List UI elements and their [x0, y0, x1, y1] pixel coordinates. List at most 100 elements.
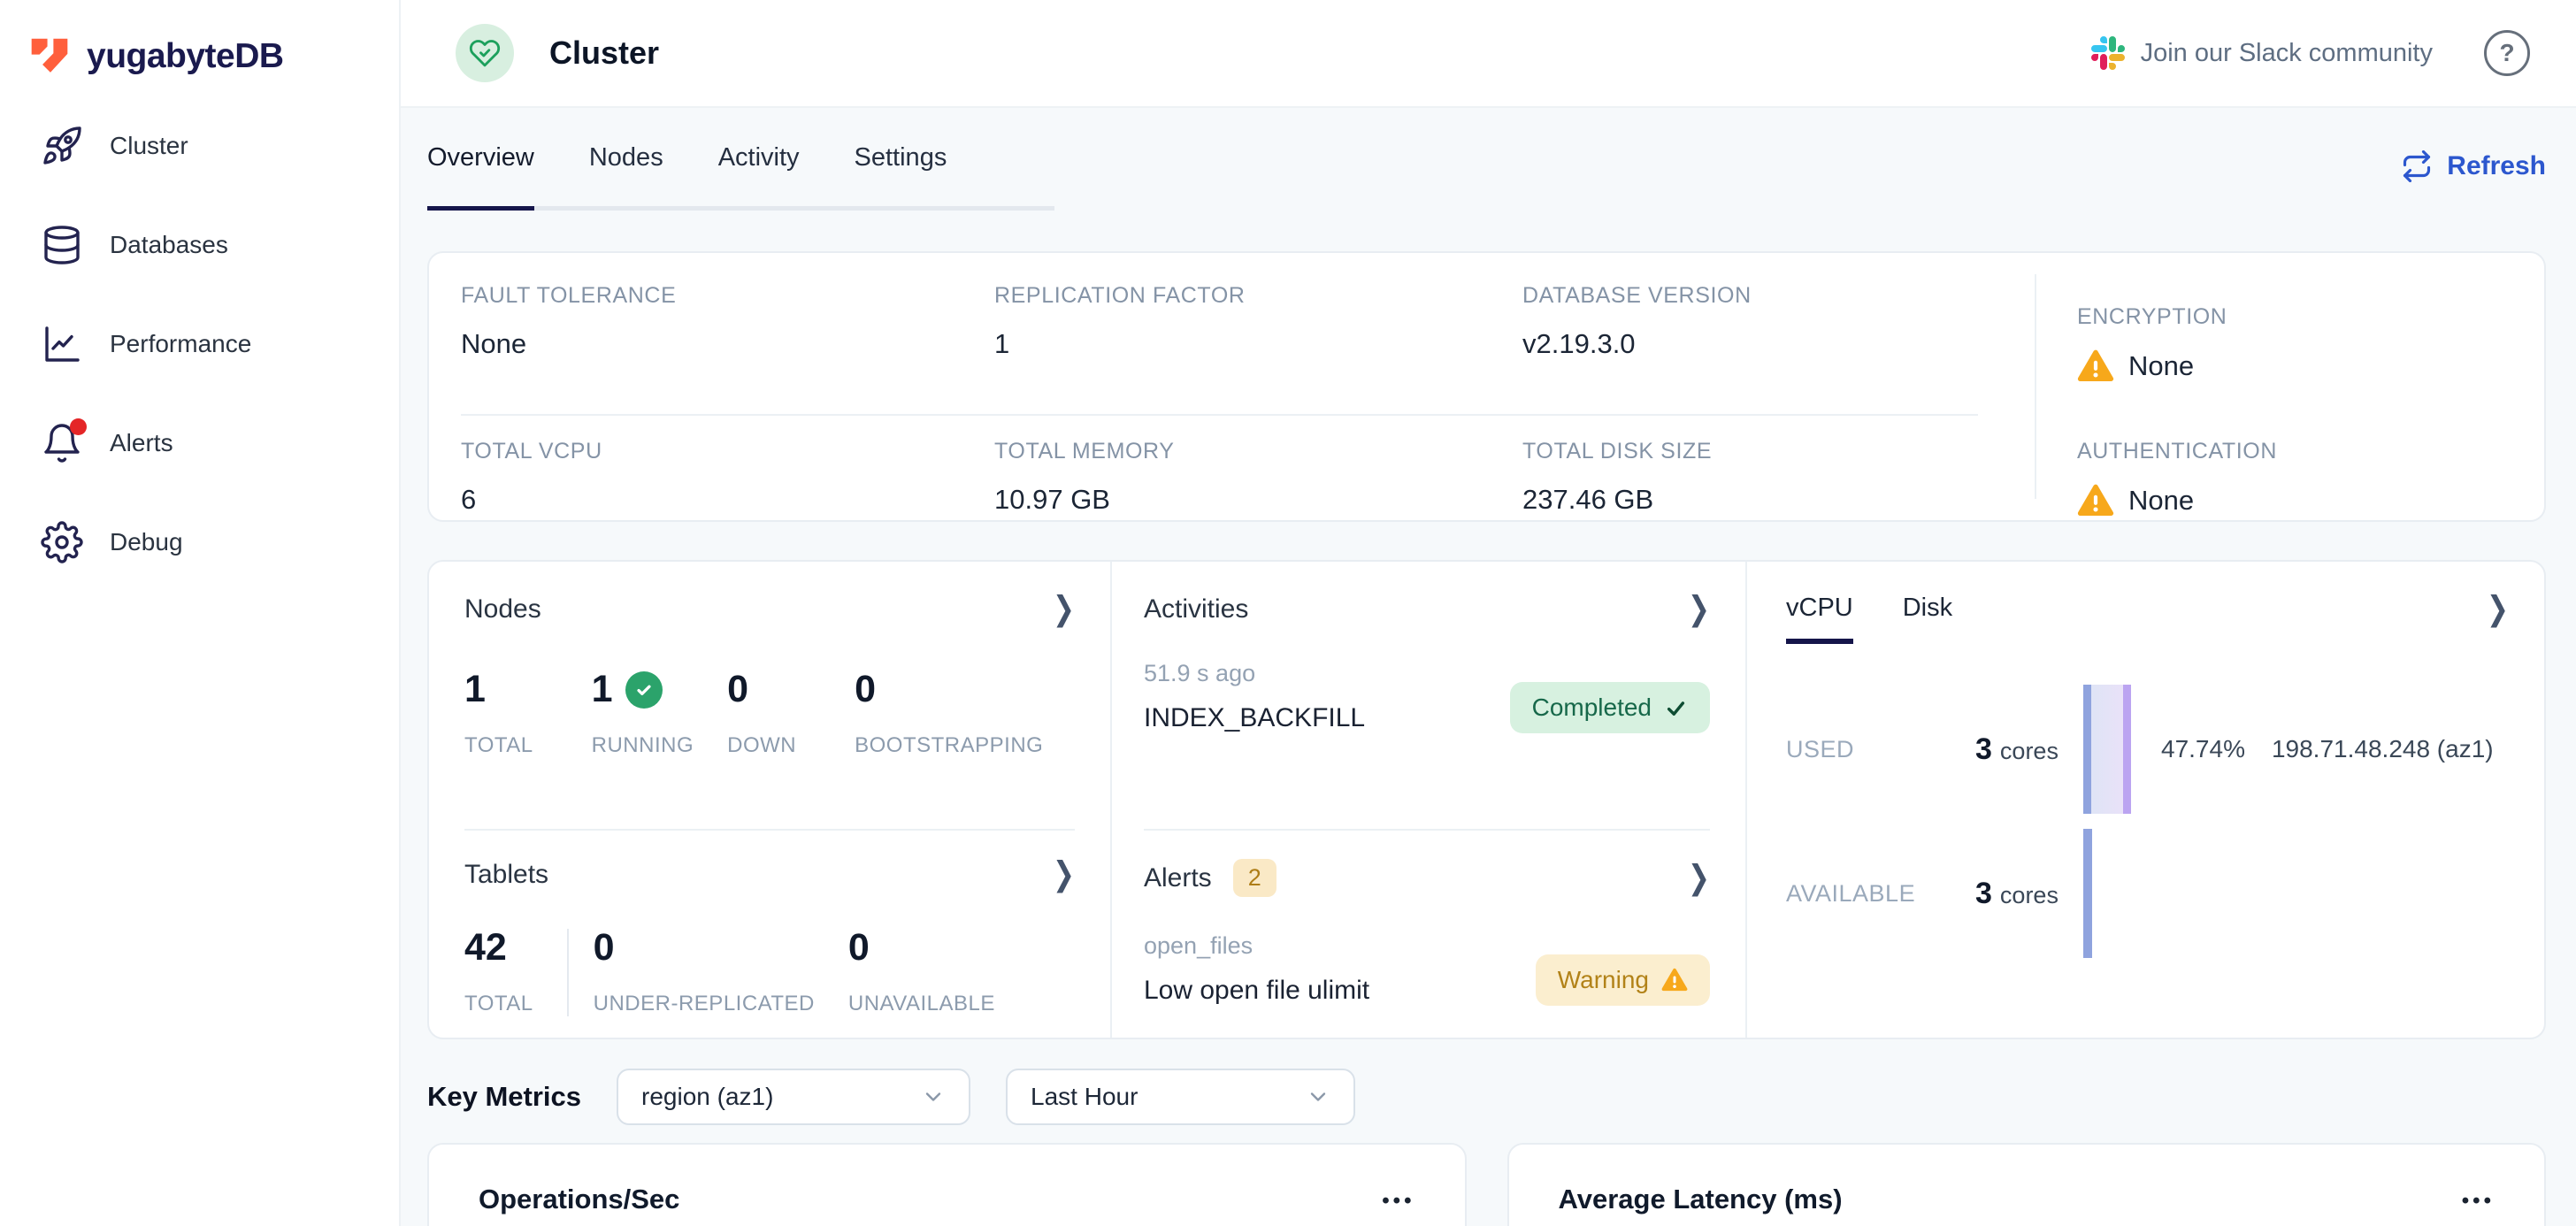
total-vcpu-cell: TOTAL VCPU 6: [461, 439, 994, 516]
nodes-stats: 1 TOTAL 1 RUNNING 0 DOWN: [464, 670, 1075, 758]
available-cores-value: 3: [1975, 877, 1992, 911]
sidebar-item-performance[interactable]: Performance: [0, 295, 399, 394]
usage-chevron-right-icon[interactable]: ❯: [2487, 590, 2509, 629]
sidebar-item-label: Alerts: [110, 429, 173, 457]
refresh-button[interactable]: Refresh: [2401, 150, 2546, 182]
available-label: AVAILABLE: [1786, 880, 1975, 908]
slack-community-link[interactable]: Join our Slack community: [2091, 36, 2433, 70]
alerts-count-badge: 2: [1233, 859, 1276, 897]
used-percent: 47.74%: [2161, 735, 2245, 763]
status-badge-completed: Completed: [1510, 682, 1710, 733]
used-cores-unit: cores: [2000, 738, 2058, 765]
key-metrics-row: Key Metrics region (az1) Last Hour: [427, 1069, 2546, 1125]
chevron-down-icon: [921, 1084, 946, 1109]
database-icon: [41, 224, 83, 266]
latency-chart-title: Average Latency (ms): [1559, 1184, 1843, 1215]
cluster-health-icon: [456, 24, 514, 82]
content: FAULT TOLERANCE None REPLICATION FACTOR …: [401, 251, 2576, 1226]
authentication-label: AUTHENTICATION: [2077, 439, 2544, 464]
rocket-icon: [41, 125, 83, 167]
replication-factor-value: 1: [994, 328, 1522, 360]
available-usage-bar: [2083, 829, 2092, 958]
alerts-chevron-right-icon[interactable]: ❯: [1688, 859, 1710, 898]
bell-icon: [41, 422, 83, 464]
ellipsis-menu-icon[interactable]: •••: [1382, 1189, 1414, 1214]
cluster-info-card: FAULT TOLERANCE None REPLICATION FACTOR …: [427, 251, 2546, 522]
tablets-panel-title: Tablets: [464, 860, 548, 890]
tab-activity[interactable]: Activity: [718, 143, 800, 206]
page-title: Cluster: [549, 34, 659, 72]
tab-nodes[interactable]: Nodes: [589, 143, 663, 206]
slack-link-label: Join our Slack community: [2141, 39, 2433, 68]
usage-column: vCPU Disk ❯ USED 3 cores 47.74% 198.71.48…: [1747, 562, 2544, 1038]
alert-message: Low open file ulimit: [1144, 976, 1536, 1006]
sidebar-item-debug[interactable]: Debug: [0, 493, 399, 592]
topbar: Cluster Join our Slack community ?: [401, 0, 2576, 108]
time-filter-dropdown[interactable]: Last Hour: [1006, 1069, 1355, 1125]
used-cores-value: 3: [1975, 732, 1992, 767]
alerts-notification-dot: [70, 418, 87, 435]
nodes-running-stat: 1 RUNNING: [592, 670, 694, 758]
nodes-chevron-right-icon[interactable]: ❯: [1053, 590, 1075, 629]
activity-time: 51.9 s ago: [1144, 660, 1510, 687]
encryption-value: None: [2128, 350, 2194, 382]
authentication-cell: AUTHENTICATION None: [2077, 439, 2544, 573]
total-disk-cell: TOTAL DISK SIZE 237.46 GB: [1522, 439, 2035, 516]
fault-tolerance-value: None: [461, 328, 994, 360]
encryption-cell: ENCRYPTION None: [2077, 304, 2544, 439]
region-filter-value: region (az1): [641, 1083, 773, 1111]
main-area: Cluster Join our Slack community ? Overv…: [401, 0, 2576, 1226]
fault-tolerance-label: FAULT TOLERANCE: [461, 283, 994, 309]
ellipsis-menu-icon[interactable]: •••: [2462, 1189, 2495, 1214]
nodes-down-stat: 0 DOWN: [727, 670, 796, 758]
sidebar-item-label: Performance: [110, 330, 251, 358]
sidebar-item-alerts[interactable]: Alerts: [0, 394, 399, 493]
warning-triangle-icon: [2077, 482, 2114, 519]
fault-tolerance-cell: FAULT TOLERANCE None: [461, 283, 994, 391]
usage-tabs: vCPU Disk: [1786, 594, 2509, 644]
operations-chart-title: Operations/Sec: [479, 1184, 679, 1215]
region-filter-dropdown[interactable]: region (az1): [617, 1069, 970, 1125]
time-filter-value: Last Hour: [1031, 1083, 1138, 1111]
total-memory-value: 10.97 GB: [994, 484, 1522, 516]
total-memory-label: TOTAL MEMORY: [994, 439, 1522, 464]
usage-available-row: AVAILABLE 3cores: [1786, 829, 2512, 958]
tab-vcpu[interactable]: vCPU: [1786, 594, 1853, 644]
nodes-total-stat: 1 TOTAL: [464, 670, 533, 758]
chevron-down-icon: [1306, 1084, 1330, 1109]
tab-disk[interactable]: Disk: [1903, 594, 1952, 644]
sidebar-item-cluster[interactable]: Cluster: [0, 96, 399, 195]
activity-name: INDEX_BACKFILL: [1144, 703, 1510, 733]
nodes-tablets-column: Nodes ❯ 1 TOTAL 1: [429, 562, 1112, 1038]
used-node-address: 198.71.48.248 (az1): [2272, 735, 2494, 763]
alert-name: open_files: [1144, 932, 1536, 960]
used-label: USED: [1786, 736, 1975, 763]
slack-icon: [2091, 36, 2125, 70]
tab-overview[interactable]: Overview: [427, 143, 534, 206]
running-check-icon: [625, 671, 663, 709]
refresh-icon: [2401, 150, 2433, 182]
logo-text: yugabyteDB: [87, 37, 284, 76]
warning-triangle-icon: [1661, 967, 1688, 993]
tablets-total-stat: 42 TOTAL: [464, 929, 533, 1016]
overview-panels-card: Nodes ❯ 1 TOTAL 1: [427, 560, 2546, 1039]
activities-alerts-column: Activities ❯ 51.9 s ago INDEX_BACKFILL C…: [1112, 562, 1747, 1038]
activities-chevron-right-icon[interactable]: ❯: [1688, 590, 1710, 629]
yugabytedb-logo-icon: [27, 34, 73, 80]
nodes-bootstrapping-stat: 0 BOOTSTRAPPING: [855, 670, 1043, 758]
activity-item: 51.9 s ago INDEX_BACKFILL Completed: [1144, 660, 1710, 733]
sidebar: yugabyteDB Cluster Databases Performance: [0, 0, 401, 1226]
activities-panel-title: Activities: [1144, 594, 1248, 624]
total-vcpu-value: 6: [461, 484, 994, 516]
encryption-label: ENCRYPTION: [2077, 304, 2544, 330]
tab-settings[interactable]: Settings: [855, 143, 947, 206]
sidebar-nav: Cluster Databases Performance Alerts: [0, 96, 399, 592]
sidebar-item-label: Debug: [110, 528, 183, 556]
security-info-column: ENCRYPTION None AUTHENTICATION None: [2035, 274, 2544, 499]
tablets-chevron-right-icon[interactable]: ❯: [1053, 855, 1075, 894]
help-button[interactable]: ?: [2484, 30, 2530, 76]
stat-divider: [567, 929, 569, 1016]
nodes-panel-title: Nodes: [464, 594, 541, 624]
sidebar-item-databases[interactable]: Databases: [0, 195, 399, 295]
alerts-panel-title: Alerts: [1144, 863, 1212, 893]
